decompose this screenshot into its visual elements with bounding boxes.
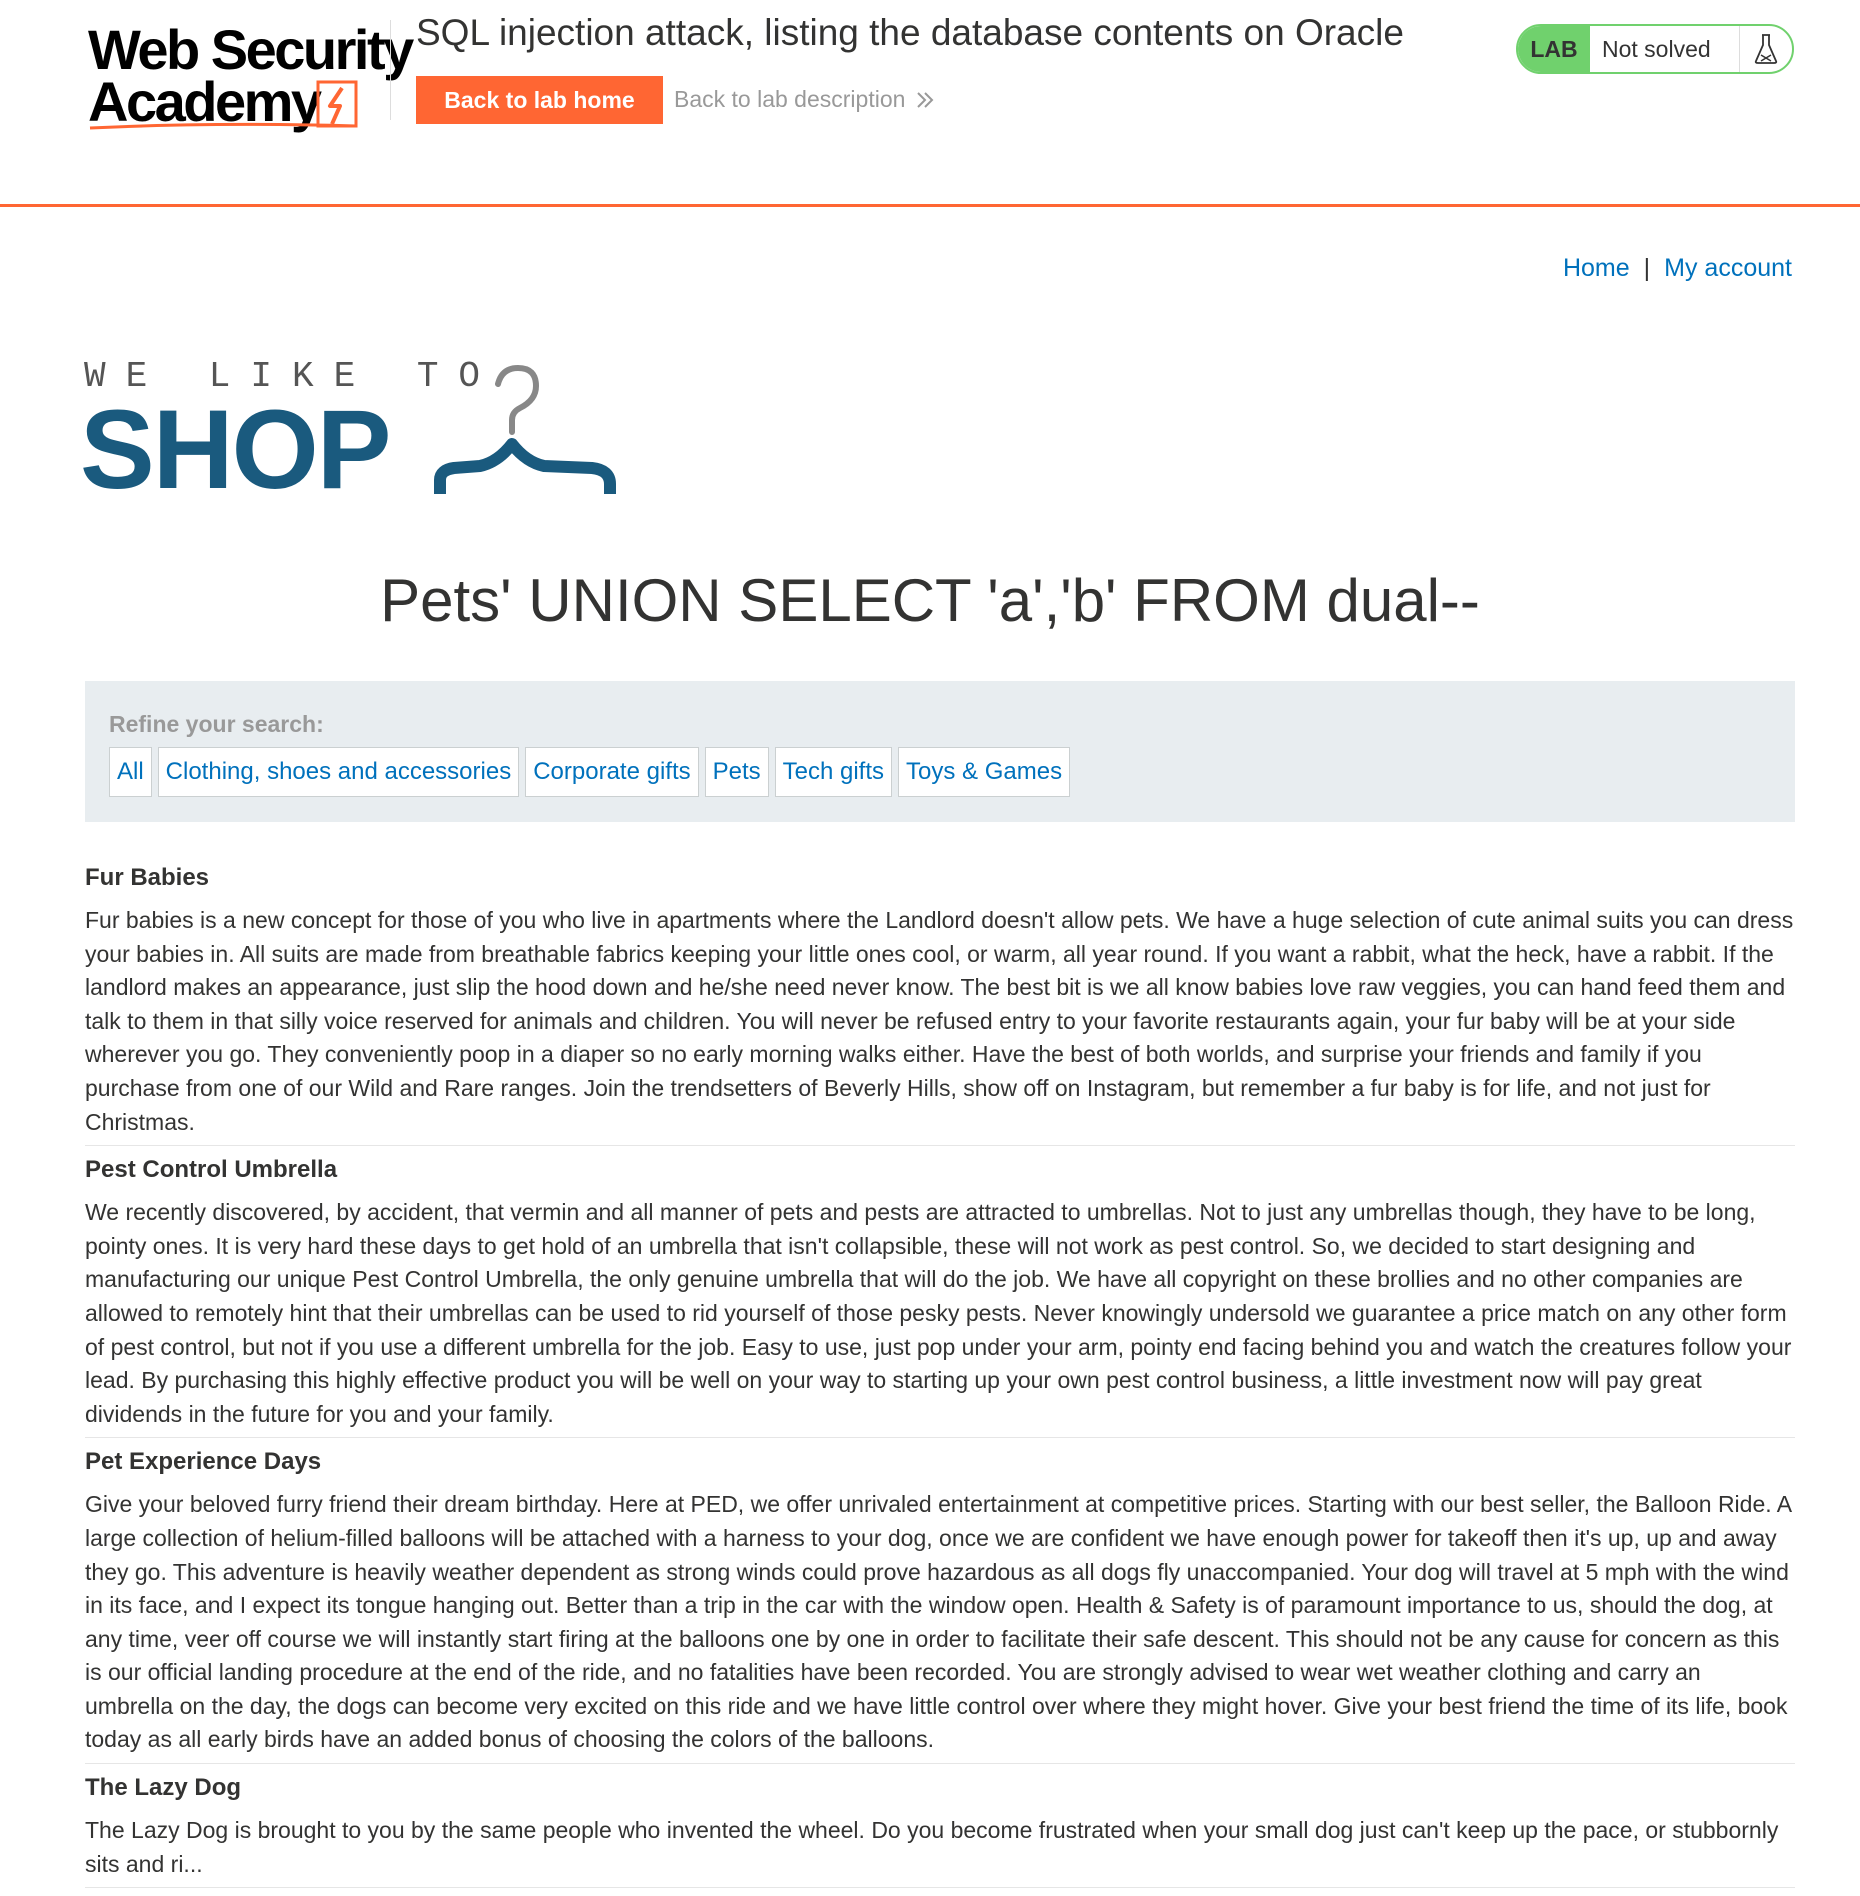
lab-status-text: Not solved xyxy=(1590,26,1740,72)
flask-icon xyxy=(1740,26,1792,72)
filter-tech-gifts[interactable]: Tech gifts xyxy=(774,747,893,797)
academy-logo[interactable]: Web Security Academy xyxy=(88,18,414,136)
chevron-double-right-icon xyxy=(917,91,934,108)
back-to-lab-home-button[interactable]: Back to lab home xyxy=(416,76,663,124)
result-description: Fur babies is a new concept for those of… xyxy=(85,907,1794,1135)
shop-wordmark: SHOP xyxy=(80,387,391,512)
lab-title: SQL injection attack, listing the databa… xyxy=(416,12,1404,53)
hanger-icon xyxy=(434,364,616,494)
academy-header: Web Security Academy SQL injection attac… xyxy=(0,0,1860,206)
site-nav: Home | My account xyxy=(1563,254,1792,283)
filter-toys-games[interactable]: Toys & Games xyxy=(898,747,1071,797)
search-results-heading: Pets' UNION SELECT 'a','b' FROM dual-- xyxy=(380,567,1480,634)
result-title[interactable]: Pest Control Umbrella xyxy=(85,1154,1795,1184)
lab-badge: LAB xyxy=(1518,26,1590,72)
back-to-lab-description-link[interactable]: Back to lab description xyxy=(674,86,935,113)
list-item: Fur Babies Fur babies is a new concept f… xyxy=(85,862,1795,1147)
filter-corporate-gifts[interactable]: Corporate gifts xyxy=(525,747,699,797)
filter-clothing[interactable]: Clothing, shoes and accessories xyxy=(157,747,520,797)
header-divider xyxy=(390,20,391,120)
filter-list: All Clothing, shoes and accessories Corp… xyxy=(109,747,1071,797)
header-rule xyxy=(0,204,1860,207)
results-list: Fur Babies Fur babies is a new concept f… xyxy=(85,862,1795,1896)
logo-underline xyxy=(89,122,357,130)
result-title[interactable]: Pet Experience Days xyxy=(85,1446,1795,1476)
list-item: Pet Experience Days Give your beloved fu… xyxy=(85,1446,1795,1765)
filter-label: Refine your search: xyxy=(109,711,324,737)
list-item: Pest Control Umbrella We recently discov… xyxy=(85,1154,1795,1439)
back-to-lab-description-label: Back to lab description xyxy=(674,86,906,112)
result-title[interactable]: Fur Babies xyxy=(85,862,1795,892)
filter-all[interactable]: All xyxy=(109,747,152,797)
nav-home-link[interactable]: Home xyxy=(1563,254,1630,282)
shop-logo: WE LIKE TO SHOP xyxy=(80,356,624,506)
result-description: The Lazy Dog is brought to you by the sa… xyxy=(85,1817,1779,1877)
lab-status-widget[interactable]: LAB Not solved xyxy=(1516,24,1794,74)
filter-pets[interactable]: Pets xyxy=(704,747,769,797)
filter-panel: Refine your search: All Clothing, shoes … xyxy=(85,681,1795,822)
nav-separator: | xyxy=(1643,254,1651,282)
result-description: Give your beloved furry friend their dre… xyxy=(85,1491,1791,1753)
nav-my-account-link[interactable]: My account xyxy=(1664,254,1792,282)
result-description: We recently discovered, by accident, tha… xyxy=(85,1199,1792,1427)
list-item: The Lazy Dog The Lazy Dog is brought to … xyxy=(85,1772,1795,1889)
result-title[interactable]: The Lazy Dog xyxy=(85,1772,1795,1802)
